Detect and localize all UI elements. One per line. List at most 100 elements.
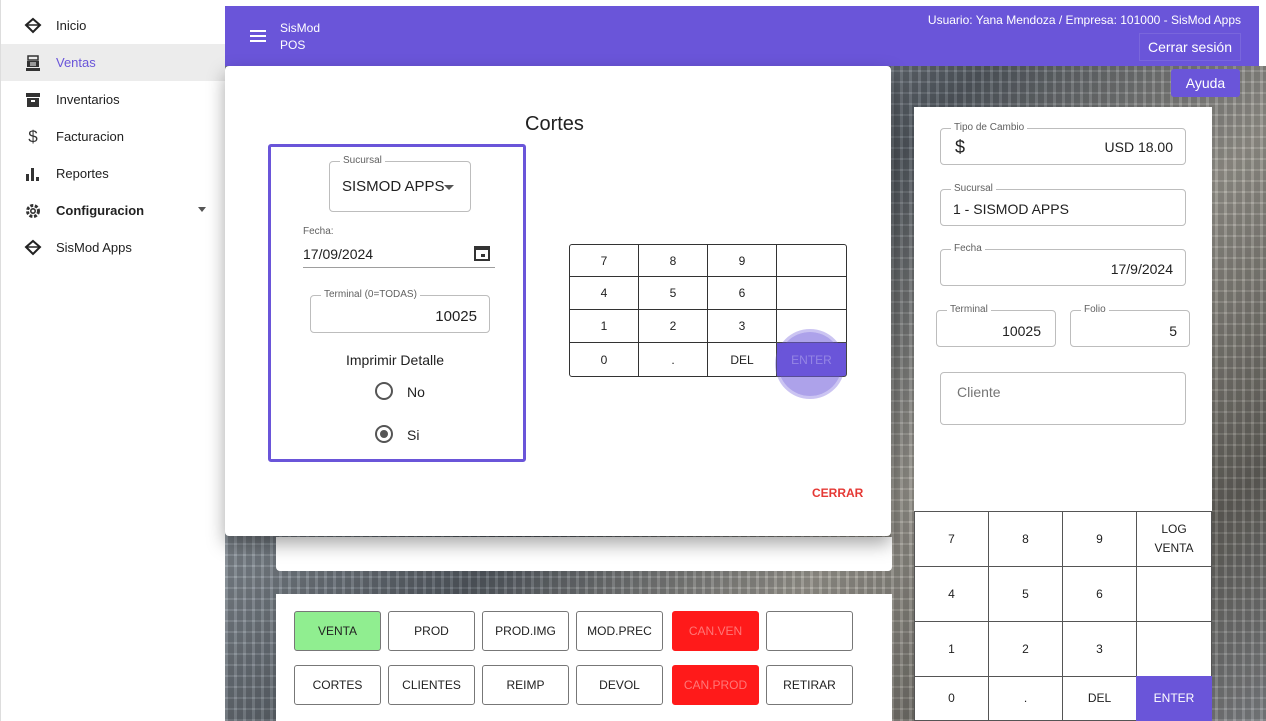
terminal-label: Terminal (0=TODAS) bbox=[321, 289, 420, 300]
dropdown-arrow-icon bbox=[444, 185, 454, 190]
sidebar-item-facturacion[interactable]: $ Facturacion bbox=[1, 118, 226, 155]
key-4[interactable]: 4 bbox=[569, 276, 639, 310]
top-app-bar: SisMod POS Usuario: Yana Mendoza / Empre… bbox=[225, 6, 1259, 66]
key-2[interactable]: 2 bbox=[638, 309, 708, 343]
bar-chart-icon bbox=[23, 164, 43, 184]
client-input[interactable]: Cliente bbox=[940, 372, 1186, 425]
empty-action-button[interactable] bbox=[766, 611, 853, 651]
sidebar-item-ventas[interactable]: Ventas bbox=[1, 44, 226, 81]
sidebar-item-label: SisMod Apps bbox=[56, 240, 132, 255]
key-dot[interactable]: . bbox=[988, 676, 1063, 721]
can-prod-button[interactable]: CAN.PROD bbox=[672, 665, 759, 705]
key-blank[interactable] bbox=[776, 309, 847, 343]
sidebar-item-label: Inicio bbox=[56, 18, 87, 33]
calendar-icon[interactable] bbox=[473, 244, 491, 267]
key-blank[interactable] bbox=[1136, 621, 1212, 677]
key-del[interactable]: DEL bbox=[1062, 676, 1137, 721]
branch-value: 1 - SISMOD APPS bbox=[953, 201, 1069, 217]
key-3[interactable]: 3 bbox=[707, 309, 777, 343]
exchange-rate-field[interactable]: Tipo de Cambio $ USD 18.00 bbox=[940, 122, 1186, 165]
actions-panel: VENTA PROD PROD.IMG MOD.PREC CAN.VEN COR… bbox=[276, 594, 892, 721]
client-placeholder: Cliente bbox=[957, 384, 1001, 400]
mod-prec-button[interactable]: MOD.PREC bbox=[576, 611, 663, 651]
branch-select[interactable]: Sucursal SISMOD APPS bbox=[329, 155, 471, 212]
close-button[interactable]: CERRAR bbox=[812, 486, 863, 500]
sidebar-item-label: Inventarios bbox=[56, 92, 120, 107]
terminal-value: 10025 bbox=[1002, 323, 1041, 339]
key-5[interactable]: 5 bbox=[988, 566, 1063, 622]
log-venta-button[interactable]: LOG VENTA bbox=[1136, 511, 1212, 567]
terminal-label: Terminal bbox=[947, 304, 991, 315]
key-del[interactable]: DEL bbox=[707, 342, 777, 377]
key-blank[interactable] bbox=[776, 276, 847, 310]
user-info: Usuario: Yana Mendoza / Empresa: 101000 … bbox=[927, 13, 1241, 27]
sidebar: Inicio Ventas Inventarios $ Facturacion … bbox=[0, 0, 226, 721]
enter-button[interactable]: ENTER bbox=[1136, 676, 1212, 721]
app-subtitle: POS bbox=[280, 38, 306, 52]
key-0[interactable]: 0 bbox=[569, 342, 639, 377]
can-ven-button[interactable]: CAN.VEN bbox=[672, 611, 759, 651]
prod-button[interactable]: PROD bbox=[388, 611, 475, 651]
archive-icon bbox=[23, 90, 43, 110]
sidebar-item-reportes[interactable]: Reportes bbox=[1, 155, 226, 192]
clientes-button[interactable]: CLIENTES bbox=[388, 665, 475, 705]
key-9[interactable]: 9 bbox=[1062, 511, 1137, 567]
key-4[interactable]: 4 bbox=[914, 566, 989, 622]
dollar-icon: $ bbox=[955, 137, 966, 157]
venta-button[interactable]: VENTA bbox=[294, 611, 381, 651]
key-dot[interactable]: . bbox=[638, 342, 708, 377]
key-7[interactable]: 7 bbox=[569, 244, 639, 277]
sidebar-item-label: Reportes bbox=[56, 166, 109, 181]
key-1[interactable]: 1 bbox=[914, 621, 989, 677]
key-2[interactable]: 2 bbox=[988, 621, 1063, 677]
key-1[interactable]: 1 bbox=[569, 309, 639, 343]
help-button[interactable]: Ayuda bbox=[1171, 69, 1240, 97]
logout-button[interactable]: Cerrar sesión bbox=[1138, 33, 1241, 61]
radio-si[interactable] bbox=[375, 425, 393, 443]
terminal-field[interactable]: Terminal 10025 bbox=[936, 304, 1056, 347]
cortes-form: Sucursal SISMOD APPS Fecha: 17/09/2024 T… bbox=[268, 144, 526, 462]
sidebar-item-sismod-apps[interactable]: SisMod Apps bbox=[1, 229, 226, 266]
folio-field[interactable]: Folio 5 bbox=[1070, 304, 1190, 347]
branch-field[interactable]: Sucursal 1 - SISMOD APPS bbox=[940, 183, 1186, 226]
radio-no[interactable] bbox=[375, 382, 393, 400]
key-blank[interactable] bbox=[1136, 566, 1212, 622]
key-8[interactable]: 8 bbox=[988, 511, 1063, 567]
app-name: SisMod bbox=[280, 21, 321, 35]
hamburger-menu-icon[interactable] bbox=[250, 30, 266, 43]
sidebar-item-label: Facturacion bbox=[56, 129, 124, 144]
sidebar-item-inventarios[interactable]: Inventarios bbox=[1, 81, 226, 118]
devol-button[interactable]: DEVOL bbox=[576, 665, 663, 705]
reimp-button[interactable]: REIMP bbox=[482, 665, 569, 705]
prod-img-button[interactable]: PROD.IMG bbox=[482, 611, 569, 651]
exchange-rate-label: Tipo de Cambio bbox=[951, 122, 1028, 133]
radio-no-label: No bbox=[407, 384, 425, 400]
key-8[interactable]: 8 bbox=[638, 244, 708, 277]
key-7[interactable]: 7 bbox=[914, 511, 989, 567]
cash-register-icon bbox=[23, 53, 43, 73]
chevron-down-icon[interactable] bbox=[198, 207, 206, 212]
enter-button[interactable]: ENTER bbox=[776, 342, 847, 377]
sale-info-panel: Tipo de Cambio $ USD 18.00 Sucursal 1 - … bbox=[914, 107, 1212, 521]
key-0[interactable]: 0 bbox=[914, 676, 989, 721]
terminal-field[interactable]: Terminal (0=TODAS) 10025 bbox=[310, 289, 490, 333]
sidebar-item-configuracion[interactable]: Configuracion bbox=[1, 192, 226, 229]
key-6[interactable]: 6 bbox=[1062, 566, 1137, 622]
cortes-dialog: Cortes Sucursal SISMOD APPS Fecha: 17/09… bbox=[225, 66, 891, 536]
date-field[interactable]: Fecha 17/9/2024 bbox=[940, 243, 1186, 286]
key-5[interactable]: 5 bbox=[638, 276, 708, 310]
cortes-button[interactable]: CORTES bbox=[294, 665, 381, 705]
branch-value: SISMOD APPS bbox=[342, 178, 445, 195]
key-blank[interactable] bbox=[776, 244, 847, 277]
retirar-button[interactable]: RETIRAR bbox=[766, 665, 853, 705]
print-detail-label: Imprimir Detalle bbox=[346, 352, 445, 368]
key-9[interactable]: 9 bbox=[707, 244, 777, 277]
logo-diamond-icon bbox=[23, 238, 43, 258]
date-label: Fecha bbox=[951, 243, 985, 254]
date-label: Fecha: bbox=[303, 226, 334, 237]
sidebar-item-inicio[interactable]: Inicio bbox=[1, 7, 226, 44]
key-3[interactable]: 3 bbox=[1062, 621, 1137, 677]
date-input[interactable]: 17/09/2024 bbox=[303, 240, 495, 268]
branch-label: Sucursal bbox=[951, 183, 996, 194]
key-6[interactable]: 6 bbox=[707, 276, 777, 310]
